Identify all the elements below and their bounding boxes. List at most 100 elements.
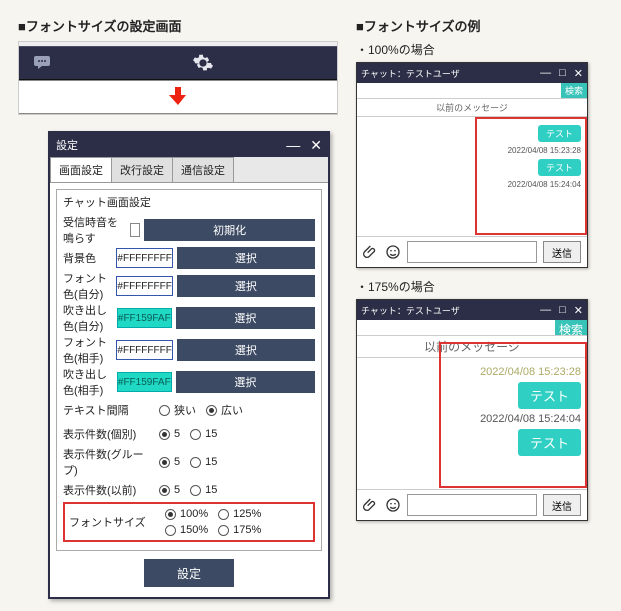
count-indiv-5-radio[interactable] <box>159 429 170 440</box>
chat-search-row: 検索 <box>357 83 587 99</box>
font-size-radios: 100% 125% 150% 175% <box>165 508 309 536</box>
fs-175-label: 175% <box>233 524 261 536</box>
close-button[interactable]: ✕ <box>310 138 322 152</box>
text-spacing-label: テキスト間隔 <box>63 402 155 418</box>
fontcolor-other-label: フォント色(相手) <box>63 334 112 366</box>
count-group-15-radio[interactable] <box>190 457 201 468</box>
attachment-icon[interactable] <box>363 244 379 260</box>
subheading-100: ・100%の場合 <box>356 41 596 58</box>
fontcolor-self-field[interactable]: #FFFFFFFF <box>116 276 172 296</box>
toolbar-frame <box>18 41 338 115</box>
highlight-box-100 <box>475 117 587 235</box>
send-button[interactable]: 送信 <box>543 241 581 263</box>
count-indiv-15-label: 15 <box>205 428 217 440</box>
chat-title: チャット：テストユーザ <box>361 304 460 317</box>
chat-window-100: チャット：テストユーザ — □ ✕ 検索 以前のメッセージ テスト 2022/0… <box>356 62 588 268</box>
count-group-15-label: 15 <box>205 456 217 468</box>
sound-checkbox[interactable] <box>130 223 140 237</box>
chat-search-row: 検索 <box>357 320 587 336</box>
chat-screen-group: チャット画面設定 受信時音を鳴らす 初期化 背景色 #FFFFFFFF 選択 フ… <box>56 189 322 551</box>
fontcolor-other-select-button[interactable]: 選択 <box>177 339 315 361</box>
sound-label: 受信時音を鳴らす <box>63 214 126 246</box>
chat-input-row: 送信 <box>357 490 587 520</box>
bgcolor-field[interactable]: #FFFFFFFF <box>116 248 172 268</box>
bubble-other-label: 吹き出し色(相手) <box>63 366 113 398</box>
chat-minimize-button[interactable]: — <box>540 67 551 80</box>
bubble-self-select-button[interactable]: 選択 <box>176 307 315 329</box>
tab-screen-settings[interactable]: 画面設定 <box>50 157 112 182</box>
heading-font-size-examples: ■フォントサイズの例 <box>356 16 596 35</box>
bgcolor-label: 背景色 <box>63 250 112 266</box>
dialog-titlebar: 設定 — ✕ <box>50 133 328 157</box>
gear-icon[interactable] <box>190 52 216 74</box>
fs-150-label: 150% <box>180 524 208 536</box>
group-title: チャット画面設定 <box>63 194 315 210</box>
minimize-button[interactable]: — <box>286 138 300 152</box>
search-button[interactable]: 検索 <box>555 320 587 335</box>
spacing-wide-label: 広い <box>221 402 243 418</box>
count-prev-15-radio[interactable] <box>190 485 201 496</box>
heading-settings-screen: ■フォントサイズの設定画面 <box>18 16 338 35</box>
bubble-other-field[interactable]: #FF159FAF <box>117 372 172 392</box>
chat-body-175: 2022/04/08 15:23:28 テスト 2022/04/08 15:24… <box>357 358 587 490</box>
app-toolbar <box>19 46 337 80</box>
chat-close-button[interactable]: ✕ <box>574 304 583 317</box>
count-group-label: 表示件数(グループ) <box>63 446 155 478</box>
chat-prev-divider: 以前のメッセージ <box>357 99 587 117</box>
subheading-175: ・175%の場合 <box>356 278 596 295</box>
emoji-icon[interactable] <box>385 497 401 513</box>
red-down-arrow-icon <box>19 80 337 114</box>
fs-100-radio[interactable] <box>165 509 176 520</box>
fs-125-label: 125% <box>233 508 261 520</box>
chat-input-row: 送信 <box>357 237 587 267</box>
fs-150-radio[interactable] <box>165 525 176 536</box>
text-spacing-radios: 狭い 広い <box>159 402 315 418</box>
fontcolor-other-field[interactable]: #FFFFFFFF <box>116 340 172 360</box>
send-button[interactable]: 送信 <box>543 494 581 516</box>
fontcolor-self-label: フォント色(自分) <box>63 270 112 302</box>
chat-icon[interactable] <box>31 52 57 74</box>
chat-close-button[interactable]: ✕ <box>574 67 583 80</box>
chat-maximize-button[interactable]: □ <box>559 67 566 80</box>
count-prev-5-radio[interactable] <box>159 485 170 496</box>
fs-100-label: 100% <box>180 508 208 520</box>
spacing-narrow-label: 狭い <box>174 402 196 418</box>
apply-settings-button[interactable]: 設定 <box>144 559 234 587</box>
emoji-icon[interactable] <box>385 244 401 260</box>
chat-body-100: テスト 2022/04/08 15:23:28 テスト 2022/04/08 1… <box>357 117 587 237</box>
spacing-narrow-radio[interactable] <box>159 405 170 416</box>
chat-title: チャット：テストユーザ <box>361 67 460 80</box>
bubble-self-field[interactable]: #FF159FAF <box>117 308 172 328</box>
count-group-5-label: 5 <box>174 456 180 468</box>
fs-125-radio[interactable] <box>218 509 229 520</box>
count-group-5-radio[interactable] <box>159 457 170 468</box>
count-prev-label: 表示件数(以前) <box>63 482 155 498</box>
fontcolor-self-select-button[interactable]: 選択 <box>177 275 315 297</box>
count-indiv-15-radio[interactable] <box>190 429 201 440</box>
count-indiv-label: 表示件数(個別) <box>63 426 155 442</box>
fs-175-radio[interactable] <box>218 525 229 536</box>
chat-minimize-button[interactable]: — <box>540 304 551 317</box>
tab-line-settings[interactable]: 改行設定 <box>111 157 173 182</box>
count-indiv-5-label: 5 <box>174 428 180 440</box>
attachment-icon[interactable] <box>363 497 379 513</box>
count-prev-5-label: 5 <box>174 484 180 496</box>
init-button[interactable]: 初期化 <box>144 219 315 241</box>
chat-maximize-button[interactable]: □ <box>559 304 566 317</box>
tab-comm-settings[interactable]: 通信設定 <box>172 157 234 182</box>
bubble-other-select-button[interactable]: 選択 <box>176 371 315 393</box>
search-button[interactable]: 検索 <box>561 83 587 98</box>
bubble-self-label: 吹き出し色(自分) <box>63 302 113 334</box>
chat-window-175: チャット：テストユーザ — □ ✕ 検索 以前のメッセージ 2022/04/08… <box>356 299 588 521</box>
chat-text-field[interactable] <box>407 494 537 516</box>
spacing-wide-radio[interactable] <box>206 405 217 416</box>
dialog-title: 設定 <box>56 137 78 153</box>
highlight-box-175 <box>439 342 587 488</box>
settings-dialog: 設定 — ✕ 画面設定 改行設定 通信設定 チャット画面設定 受信時音を鳴らす … <box>48 131 330 599</box>
bgcolor-select-button[interactable]: 選択 <box>177 247 315 269</box>
settings-tabs: 画面設定 改行設定 通信設定 <box>50 157 328 183</box>
count-prev-15-label: 15 <box>205 484 217 496</box>
chat-text-field[interactable] <box>407 241 537 263</box>
chat-titlebar: チャット：テストユーザ — □ ✕ <box>357 300 587 320</box>
font-size-label: フォントサイズ <box>69 514 161 530</box>
